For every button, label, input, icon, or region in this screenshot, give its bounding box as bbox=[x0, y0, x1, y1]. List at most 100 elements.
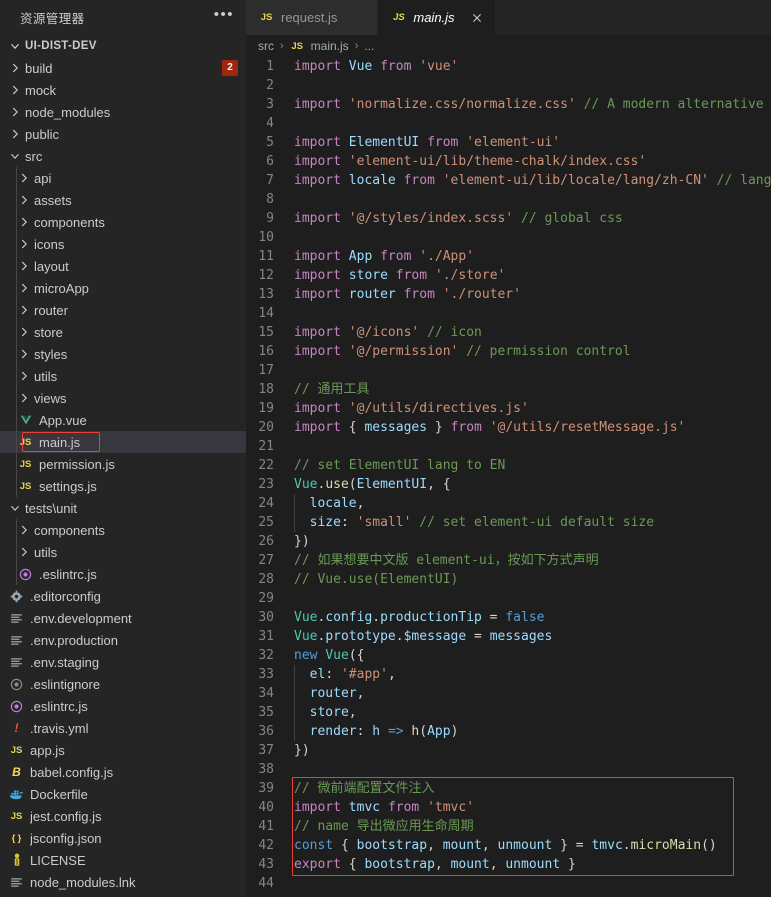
file-tree: build2mocknode_modulespublicsrc api assets… bbox=[0, 57, 246, 893]
chevron-right-icon bbox=[17, 259, 31, 273]
line-number: 24 bbox=[246, 494, 294, 513]
tree-folder-row[interactable]: views bbox=[0, 387, 246, 409]
tree-folder-row[interactable]: components bbox=[0, 211, 246, 233]
editor-tab-active[interactable]: JSmain.js bbox=[378, 0, 495, 35]
code-line-text: import store from './store' bbox=[294, 266, 771, 285]
tree-file-row[interactable]: node_modules.lnk bbox=[0, 871, 246, 893]
explorer-title: 资源管理器 bbox=[20, 8, 85, 27]
tree-file-row[interactable]: .env.staging bbox=[0, 651, 246, 673]
code-line-text: // name 导出微应用生命周期 bbox=[294, 817, 771, 836]
indent-guide bbox=[16, 167, 17, 497]
tree-folder-row[interactable]: src bbox=[0, 145, 246, 167]
code-line: 9import '@/styles/index.scss' // global … bbox=[246, 209, 771, 228]
chevron-right-icon bbox=[8, 61, 22, 75]
code-editor[interactable]: 1import Vue from 'vue'23import 'normaliz… bbox=[246, 57, 771, 897]
travis-icon: ! bbox=[8, 720, 25, 736]
tree-file-row[interactable]: .eslintignore bbox=[0, 673, 246, 695]
tree-item-label: api bbox=[34, 171, 51, 186]
tree-folder-row[interactable]: components bbox=[0, 519, 246, 541]
tree-file-row[interactable]: .editorconfig bbox=[0, 585, 246, 607]
code-line-text: import '@/icons' // icon bbox=[294, 323, 771, 342]
tree-file-row[interactable]: JSjest.config.js bbox=[0, 805, 246, 827]
line-number: 7 bbox=[246, 171, 294, 190]
line-number: 10 bbox=[246, 228, 294, 247]
tree-folder-row[interactable]: store bbox=[0, 321, 246, 343]
chevron-right-icon bbox=[17, 303, 31, 317]
chevron-right-icon bbox=[17, 523, 31, 537]
code-line-text: // 微前端配置文件注入 bbox=[294, 779, 771, 798]
breadcrumb-item[interactable]: main.js bbox=[311, 39, 349, 53]
chevron-down-icon bbox=[8, 149, 22, 163]
tree-file-row[interactable]: App.vue bbox=[0, 409, 246, 431]
tree-file-row[interactable]: JS settings.js bbox=[0, 475, 246, 497]
tree-file-row[interactable]: Dockerfile bbox=[0, 783, 246, 805]
eslint-ignore-icon bbox=[8, 676, 25, 692]
tree-folder-row[interactable]: router bbox=[0, 299, 246, 321]
code-line-text bbox=[294, 304, 771, 323]
tree-file-row[interactable]: JSmain.js bbox=[0, 431, 246, 453]
tab-bar-filler bbox=[496, 0, 771, 35]
ellipsis-icon[interactable]: ••• bbox=[214, 11, 234, 24]
chevron-right-icon bbox=[17, 347, 31, 361]
js-icon: JS bbox=[290, 38, 305, 54]
tree-file-row[interactable]: LICENSE bbox=[0, 849, 246, 871]
code-line: 11import App from './App' bbox=[246, 247, 771, 266]
tree-folder-row[interactable]: styles bbox=[0, 343, 246, 365]
line-number: 17 bbox=[246, 361, 294, 380]
code-line-text bbox=[294, 589, 771, 608]
code-line-text: export { bootstrap, mount, unmount } bbox=[294, 855, 771, 874]
tree-file-row[interactable]: JSpermission.js bbox=[0, 453, 246, 475]
line-number: 2 bbox=[246, 76, 294, 95]
code-line-text: import ElementUI from 'element-ui' bbox=[294, 133, 771, 152]
line-number: 35 bbox=[246, 703, 294, 722]
vscode-window: 资源管理器 ••• UI-DIST-DEV build2mocknode_mod… bbox=[0, 0, 771, 897]
line-number: 4 bbox=[246, 114, 294, 133]
code-line: 14 bbox=[246, 304, 771, 323]
tree-file-row[interactable]: .env.production bbox=[0, 629, 246, 651]
breadcrumb-item[interactable]: src bbox=[258, 39, 274, 53]
code-line: 25 size: 'small' // set element-ui defau… bbox=[246, 513, 771, 532]
code-line: 26}) bbox=[246, 532, 771, 551]
line-number: 18 bbox=[246, 380, 294, 399]
js-icon: JS bbox=[17, 478, 34, 494]
tree-folder-row[interactable]: build2 bbox=[0, 57, 246, 79]
indent-guide bbox=[16, 519, 17, 585]
tree-folder-row[interactable]: tests\unit bbox=[0, 497, 246, 519]
tree-item-label: store bbox=[34, 325, 63, 340]
license-icon bbox=[8, 852, 25, 868]
tree-folder-row[interactable]: api bbox=[0, 167, 246, 189]
tree-folder-row[interactable]: mock bbox=[0, 79, 246, 101]
code-line: 32new Vue({ bbox=[246, 646, 771, 665]
tree-folder-row[interactable]: node_modules bbox=[0, 101, 246, 123]
tree-folder-row[interactable]: utils bbox=[0, 541, 246, 563]
tree-file-row[interactable]: .env.development bbox=[0, 607, 246, 629]
tree-item-label: .env.production bbox=[30, 633, 118, 648]
tree-file-row[interactable]: { }jsconfig.json bbox=[0, 827, 246, 849]
tree-folder-row[interactable]: icons bbox=[0, 233, 246, 255]
tree-item-label: layout bbox=[34, 259, 69, 274]
eslint-icon bbox=[17, 566, 34, 582]
breadcrumb-item[interactable]: ... bbox=[364, 39, 374, 53]
tree-item-label: jest.config.js bbox=[30, 809, 102, 824]
tree-folder-row[interactable]: assets bbox=[0, 189, 246, 211]
close-icon[interactable] bbox=[469, 10, 485, 26]
workspace-root-row[interactable]: UI-DIST-DEV bbox=[0, 35, 246, 57]
tree-folder-row[interactable]: microApp bbox=[0, 277, 246, 299]
tree-folder-row[interactable]: layout bbox=[0, 255, 246, 277]
line-number: 12 bbox=[246, 266, 294, 285]
tree-folder-row[interactable]: utils bbox=[0, 365, 246, 387]
tree-folder-row[interactable]: public bbox=[0, 123, 246, 145]
chevron-right-icon bbox=[17, 281, 31, 295]
line-number: 25 bbox=[246, 513, 294, 532]
tree-file-row[interactable]: .eslintrc.js bbox=[0, 563, 246, 585]
code-line-text: import 'element-ui/lib/theme-chalk/index… bbox=[294, 152, 771, 171]
editor-tab[interactable]: JSrequest.js bbox=[246, 0, 378, 35]
tree-file-row[interactable]: .eslintrc.js bbox=[0, 695, 246, 717]
code-line: 1import Vue from 'vue' bbox=[246, 57, 771, 76]
tree-file-row[interactable]: JSapp.js bbox=[0, 739, 246, 761]
tree-item-label: settings.js bbox=[39, 479, 97, 494]
code-line-text: // 通用工具 bbox=[294, 380, 771, 399]
code-line-text bbox=[294, 361, 771, 380]
tree-file-row[interactable]: !.travis.yml bbox=[0, 717, 246, 739]
tree-file-row[interactable]: Bbabel.config.js bbox=[0, 761, 246, 783]
